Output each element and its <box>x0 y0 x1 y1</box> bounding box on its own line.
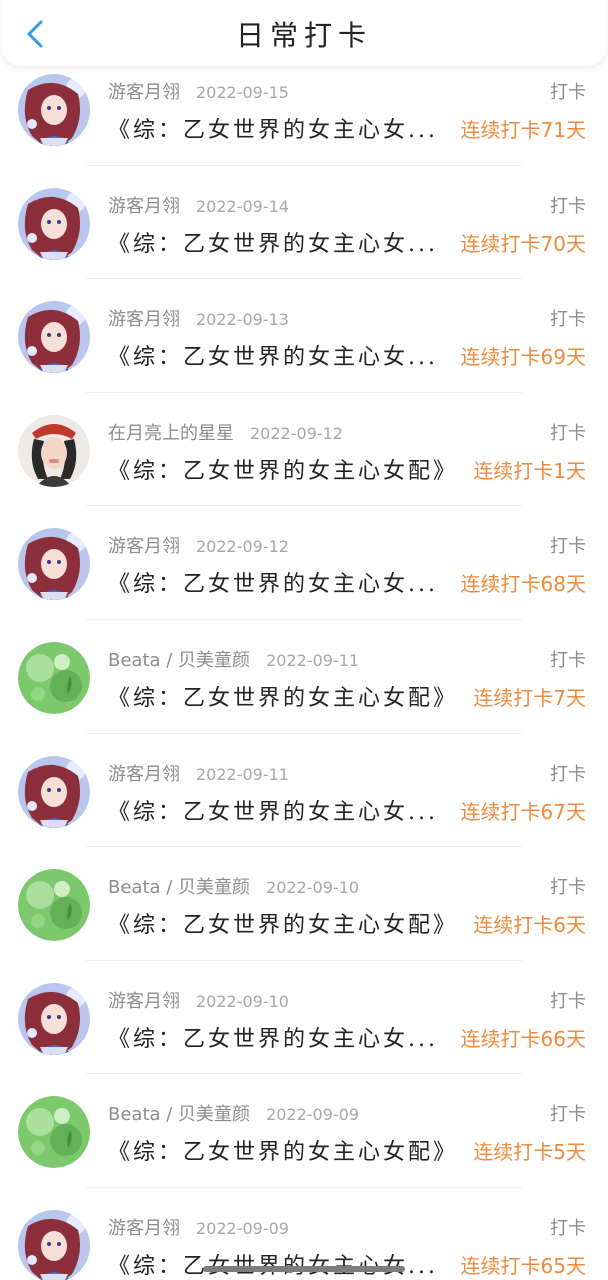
row-meta: 游客月翎 2022-09-14 <box>108 192 289 218</box>
checkin-row[interactable]: 游客月翎 2022-09-11 打卡《综：乙女世界的女主心女... 连续打卡67天 <box>0 734 608 848</box>
avatar[interactable] <box>18 301 90 374</box>
streak-count: 连续打卡67天 <box>460 799 586 824</box>
checkin-date: 2022-09-09 <box>266 1105 360 1125</box>
checkin-date: 2022-09-11 <box>196 764 289 784</box>
checkin-date: 2022-09-10 <box>266 878 360 898</box>
streak-count: 连续打卡71天 <box>460 118 586 142</box>
row-meta: Beata / 贝美童颜 2022-09-10 <box>108 873 359 899</box>
user-name[interactable]: Beata / 贝美童颜 <box>108 1104 250 1125</box>
streak-count: 连续打卡68天 <box>460 572 586 597</box>
user-name[interactable]: 游客月翎 <box>108 196 180 217</box>
checkin-row[interactable]: 游客月翎 2022-09-14 打卡《综：乙女世界的女主心女... 连续打卡70天 <box>0 166 608 280</box>
streak-count: 连续打卡7天 <box>473 685 586 710</box>
checkin-row[interactable]: 游客月翎 2022-09-12 打卡《综：乙女世界的女主心女... 连续打卡68天 <box>0 506 608 620</box>
checkin-row[interactable]: 在月亮上的星星 2022-09-12 打卡《综：乙女世界的女主心女配》 连续打卡1天 <box>0 393 608 507</box>
top-nav-bar: 日常打卡 <box>2 0 606 66</box>
streak-count: 连续打卡70天 <box>460 231 586 256</box>
checkin-row[interactable]: 游客月翎 2022-09-10 打卡《综：乙女世界的女主心女... 连续打卡66天 <box>0 961 608 1075</box>
row-meta: 游客月翎 2022-09-11 <box>108 760 289 786</box>
user-name[interactable]: 游客月翎 <box>108 82 180 103</box>
row-meta: 游客月翎 2022-09-10 <box>108 987 289 1013</box>
checkin-row[interactable]: Beata / 贝美童颜 2022-09-11 打卡《综：乙女世界的女主心女配》 连续… <box>0 620 608 734</box>
book-title[interactable]: 《综：乙女世界的女主心女... <box>108 226 438 258</box>
book-title[interactable]: 《综：乙女世界的女主心女配》 <box>108 907 458 939</box>
user-name[interactable]: 游客月翎 <box>108 1218 180 1239</box>
row-meta: 游客月翎 2022-09-13 <box>108 305 289 331</box>
checkin-type: 打卡 <box>550 990 586 1012</box>
checkin-type: 打卡 <box>550 1217 586 1239</box>
user-name[interactable]: 游客月翎 <box>108 764 180 785</box>
row-meta: 游客月翎 2022-09-12 <box>108 532 289 558</box>
checkin-date: 2022-09-15 <box>196 83 289 102</box>
row-meta: Beata / 贝美童颜 2022-09-09 <box>108 1100 359 1126</box>
book-title[interactable]: 《综：乙女世界的女主心女配》 <box>108 453 458 485</box>
user-name[interactable]: 游客月翎 <box>108 536 180 557</box>
checkin-date: 2022-09-10 <box>196 991 289 1011</box>
checkin-row[interactable]: 游客月翎 2022-09-15 打卡《综：乙女世界的女主心女... 连续打卡71天 <box>0 52 608 166</box>
checkin-type: 打卡 <box>550 763 586 785</box>
book-title[interactable]: 《综：乙女世界的女主心女... <box>108 1021 438 1053</box>
checkin-type: 打卡 <box>550 309 586 331</box>
checkin-type: 打卡 <box>550 82 586 103</box>
streak-count: 连续打卡1天 <box>473 458 586 483</box>
checkin-row[interactable]: Beata / 贝美童颜 2022-09-09 打卡《综：乙女世界的女主心女配》 连续… <box>0 1074 608 1188</box>
page-title: 日常打卡 <box>235 19 372 52</box>
checkin-type: 打卡 <box>550 1104 586 1126</box>
checkin-row[interactable]: Beata / 贝美童颜 2022-09-10 打卡《综：乙女世界的女主心女配》 连续… <box>0 847 608 961</box>
checkin-type: 打卡 <box>550 649 586 671</box>
row-meta: Beata / 贝美童颜 2022-09-11 <box>108 646 359 672</box>
row-meta: 游客月翎 2022-09-15 <box>108 78 289 104</box>
user-name[interactable]: 游客月翎 <box>108 309 180 330</box>
avatar[interactable] <box>18 755 90 828</box>
streak-count: 连续打卡65天 <box>460 1253 586 1278</box>
home-indicator[interactable] <box>203 1266 405 1272</box>
row-meta: 在月亮上的星星 2022-09-12 <box>108 419 343 445</box>
book-title[interactable]: 《综：乙女世界的女主心女... <box>108 794 438 826</box>
avatar[interactable] <box>18 982 90 1055</box>
checkin-date: 2022-09-09 <box>196 1218 289 1238</box>
checkin-type: 打卡 <box>550 195 586 217</box>
checkin-date: 2022-09-13 <box>196 310 289 330</box>
avatar[interactable] <box>18 869 90 942</box>
streak-count: 连续打卡66天 <box>460 1026 586 1051</box>
user-name[interactable]: Beata / 贝美童颜 <box>108 650 250 671</box>
avatar[interactable] <box>18 187 90 260</box>
streak-count: 连续打卡5天 <box>473 1140 586 1165</box>
avatar[interactable] <box>18 641 90 714</box>
checkin-date: 2022-09-12 <box>250 423 343 443</box>
checkin-type: 打卡 <box>550 536 586 558</box>
user-name[interactable]: 游客月翎 <box>108 991 180 1012</box>
book-title[interactable]: 《综：乙女世界的女主心女... <box>108 112 438 144</box>
checkin-list[interactable]: 游客月翎 2022-09-15 打卡 《综：乙女世界的女主心女... 连续打卡71天 游客… <box>0 52 608 1280</box>
row-meta: 游客月翎 2022-09-09 <box>108 1214 289 1240</box>
book-title[interactable]: 《综：乙女世界的女主心女... <box>108 566 438 598</box>
user-name[interactable]: Beata / 贝美童颜 <box>108 877 250 898</box>
user-name[interactable]: 在月亮上的星星 <box>108 423 234 444</box>
checkin-page: 日常打卡 游客月翎 2022-09-15 打卡 《综：乙女世界的女主心女... 连续打卡… <box>0 0 608 1280</box>
book-title[interactable]: 《综：乙女世界的女主心女... <box>108 339 438 371</box>
streak-count: 连续打卡6天 <box>473 913 586 938</box>
checkin-date: 2022-09-11 <box>266 650 360 670</box>
streak-count: 连续打卡69天 <box>460 345 586 370</box>
checkin-date: 2022-09-12 <box>196 537 289 557</box>
avatar[interactable] <box>18 528 90 601</box>
checkin-date: 2022-09-14 <box>196 196 289 216</box>
checkin-row[interactable]: 游客月翎 2022-09-13 打卡《综：乙女世界的女主心女... 连续打卡69天 <box>0 279 608 393</box>
checkin-type: 打卡 <box>550 877 586 899</box>
checkin-type: 打卡 <box>550 422 586 444</box>
book-title[interactable]: 《综：乙女世界的女主心女配》 <box>108 680 458 712</box>
avatar[interactable] <box>18 1209 90 1280</box>
avatar[interactable] <box>18 1096 90 1169</box>
book-title[interactable]: 《综：乙女世界的女主心女配》 <box>108 1134 458 1166</box>
avatar[interactable] <box>18 74 90 146</box>
book-title[interactable]: 《综：乙女世界的女主心女... <box>108 1248 438 1280</box>
avatar[interactable] <box>18 414 90 487</box>
